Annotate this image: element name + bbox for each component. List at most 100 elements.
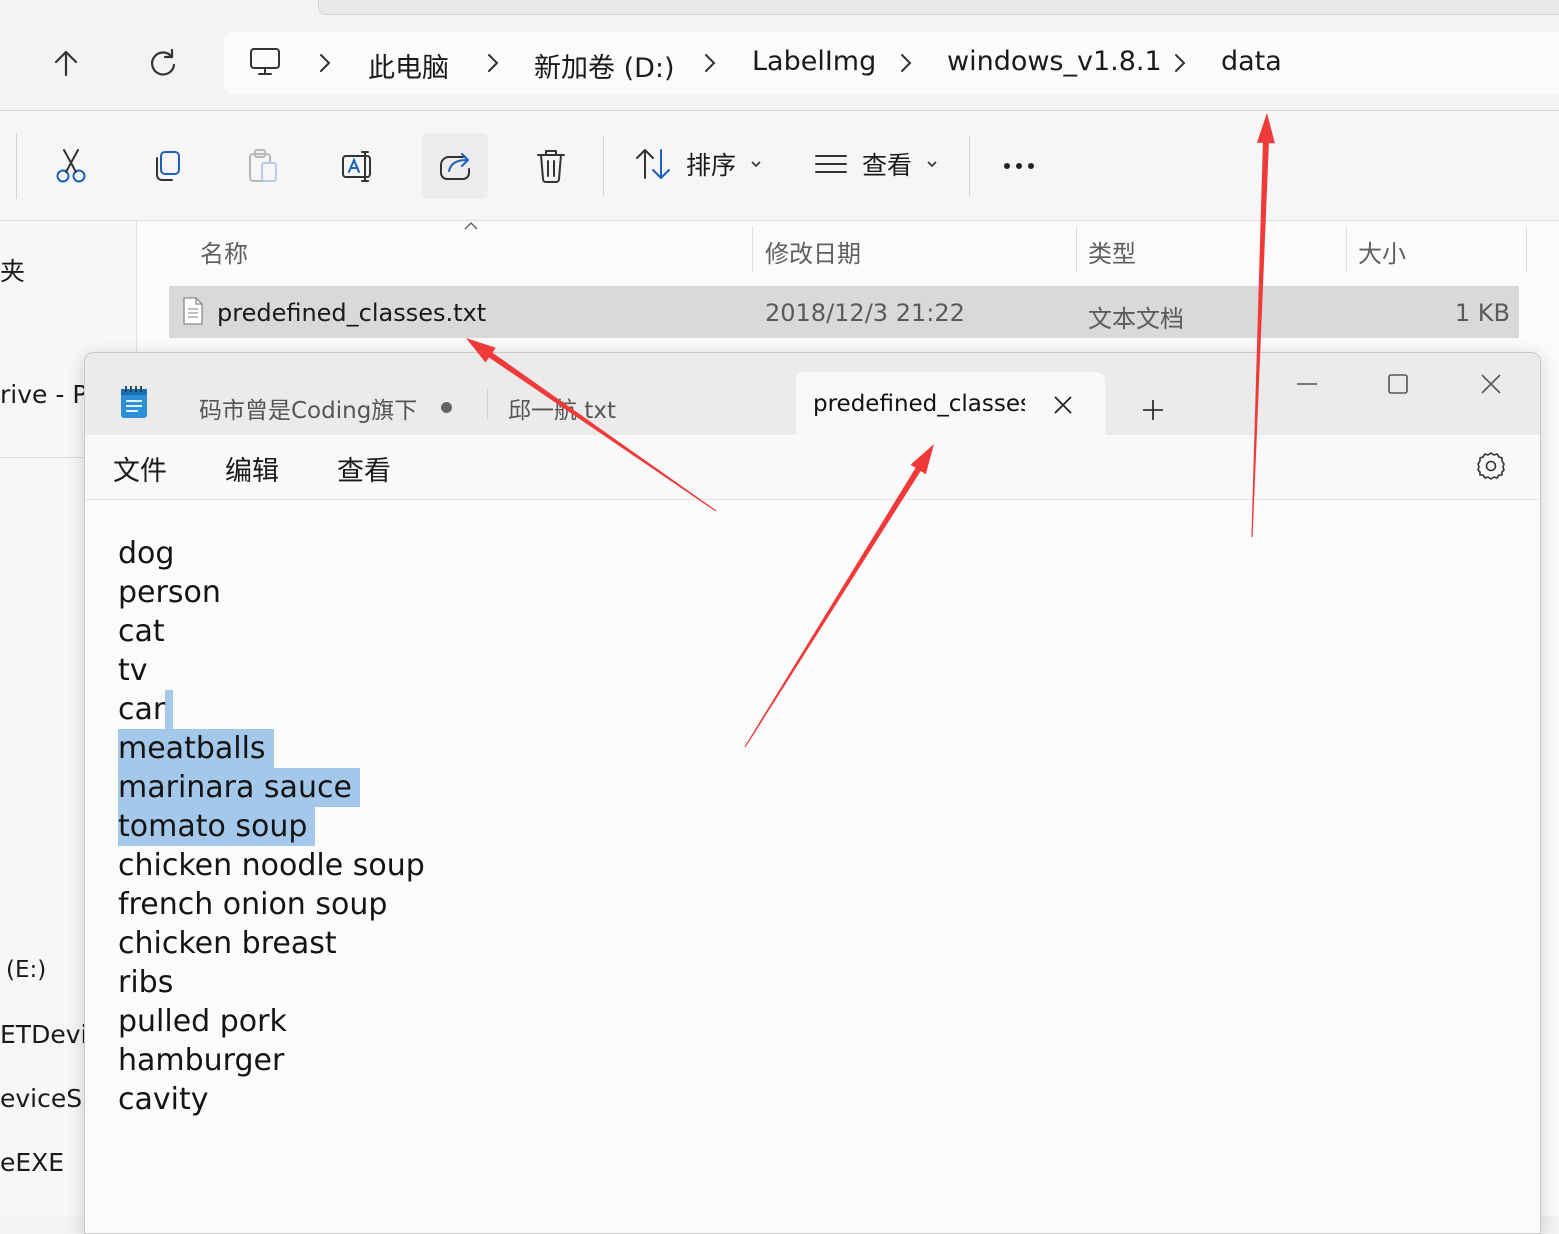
editor-line-text: chicken breast — [118, 926, 337, 961]
divider — [603, 136, 604, 196]
sort-label: 排序 — [686, 151, 737, 180]
editor-line[interactable]: car — [118, 690, 173, 729]
text-selection-highlight — [165, 690, 173, 729]
chevron-down-icon — [751, 161, 761, 168]
minimize-button[interactable] — [1277, 359, 1337, 409]
editor-line[interactable]: tomato soup — [118, 807, 315, 846]
view-dropdown[interactable]: 查看 — [814, 146, 938, 182]
editor-line-text: person — [118, 575, 221, 610]
chevron-right-icon — [701, 50, 719, 76]
editor-line[interactable]: pulled pork — [118, 1002, 287, 1041]
editor-line[interactable]: french onion soup — [118, 885, 387, 924]
refresh-icon — [151, 48, 176, 76]
text-editor[interactable]: dog person cat tv car meatballs marinara sauce… — [85, 500, 1540, 1233]
menu-bar — [85, 435, 1540, 500]
sidebar-item-drive-e[interactable]: (E:) — [6, 957, 46, 983]
breadcrumb-data[interactable]: data — [1221, 46, 1282, 77]
editor-line-text: hamburger — [118, 1043, 285, 1078]
sidebar-item-folder[interactable]: 夹 — [0, 252, 25, 288]
menu-file[interactable]: 文件 — [113, 449, 167, 488]
editor-line[interactable]: ribs — [118, 963, 173, 1002]
breadcrumb-labelimg[interactable]: LabelImg — [752, 46, 876, 77]
share-icon — [440, 153, 470, 180]
chevron-down-icon — [927, 161, 937, 168]
menu-view[interactable]: 查看 — [337, 449, 391, 488]
tab-label: predefined_classes. — [813, 391, 1025, 417]
tab-unsaved-doc[interactable]: 码市曾是Coding旗下 — [165, 377, 487, 435]
editor-line[interactable]: hamburger — [118, 1041, 284, 1080]
editor-line-text: ribs — [118, 965, 174, 1000]
editor-line-text: marinara sauce — [118, 770, 352, 805]
more-options-button[interactable] — [996, 146, 1042, 186]
close-window-button[interactable] — [1461, 359, 1521, 409]
sort-dropdown[interactable]: 排序 — [634, 146, 762, 182]
close-tab-button[interactable] — [1046, 388, 1080, 422]
notepad-window: 码市曾是Coding旗下 邱一航.txt predefined_classes.… — [84, 352, 1541, 1234]
editor-line[interactable]: chicken breast — [118, 924, 337, 963]
trash-icon — [537, 150, 565, 183]
column-header-size[interactable]: 大小 — [1358, 234, 1406, 269]
clipboard-icon — [249, 149, 277, 182]
column-divider[interactable] — [752, 226, 753, 272]
editor-line-text: tv — [118, 653, 148, 688]
column-divider[interactable] — [1346, 226, 1347, 272]
divider — [0, 133, 17, 199]
editor-line-text: chicken noodle soup — [118, 848, 425, 883]
column-header-type[interactable]: 类型 — [1088, 234, 1136, 269]
editor-line[interactable]: dog — [118, 534, 174, 573]
paste-button[interactable] — [230, 133, 296, 199]
breadcrumb-windows-folder[interactable]: windows_v1.8.1 — [947, 46, 1162, 77]
column-divider[interactable] — [1076, 226, 1077, 272]
close-icon — [1481, 374, 1501, 394]
chevron-right-icon — [897, 50, 915, 76]
chevron-right-icon — [1171, 50, 1189, 76]
file-type: 文本文档 — [1088, 305, 1184, 333]
maximize-icon — [1388, 374, 1408, 394]
breadcrumb-drive-d[interactable]: 新加卷 (D:) — [534, 46, 675, 85]
column-header-name[interactable]: 名称 — [200, 234, 248, 269]
menu-edit[interactable]: 编辑 — [225, 449, 279, 488]
rename-button[interactable] — [326, 133, 392, 199]
editor-line-text: cat — [118, 614, 165, 649]
editor-line-text: tomato soup — [118, 809, 308, 844]
rename-icon — [342, 151, 371, 182]
share-button[interactable] — [422, 133, 488, 199]
sidebar-item-exe[interactable]: eEXE — [0, 1148, 64, 1177]
cut-button[interactable] — [38, 133, 104, 199]
tab-label: 码市曾是Coding旗下 — [199, 398, 418, 424]
maximize-button[interactable] — [1368, 359, 1428, 409]
editor-line-text: car — [118, 692, 166, 727]
editor-line-text: pulled pork — [118, 1004, 287, 1039]
divider — [0, 457, 84, 458]
chevron-right-icon — [316, 50, 334, 76]
editor-line[interactable]: cavity — [118, 1080, 208, 1119]
file-name[interactable]: predefined_classes.txt — [217, 299, 486, 327]
tab-predefined-classes[interactable]: predefined_classes. — [796, 372, 1105, 436]
copy-icon — [156, 151, 180, 181]
chevron-right-icon — [484, 50, 502, 76]
delete-button[interactable] — [518, 133, 584, 199]
computer-icon — [248, 45, 282, 79]
editor-line[interactable]: marinara sauce — [118, 768, 360, 807]
refresh-button[interactable] — [135, 35, 191, 91]
editor-line[interactable]: tv — [118, 651, 148, 690]
tab-second-doc[interactable]: 邱一航.txt — [488, 377, 788, 435]
more-icon — [1004, 163, 1034, 169]
editor-line[interactable]: person — [118, 573, 221, 612]
new-tab-button[interactable] — [1130, 387, 1176, 433]
column-header-modified[interactable]: 修改日期 — [765, 234, 861, 269]
breadcrumb-this-pc[interactable]: 此电脑 — [368, 46, 449, 85]
copy-button[interactable] — [134, 133, 200, 199]
plus-icon — [1143, 400, 1163, 420]
gear-icon — [1477, 452, 1505, 480]
column-divider[interactable] — [1526, 226, 1527, 272]
tab-label: 邱一航.txt — [508, 398, 616, 424]
divider — [969, 136, 970, 196]
editor-line[interactable]: cat — [118, 612, 165, 651]
settings-button[interactable] — [1475, 450, 1507, 482]
up-button[interactable] — [38, 35, 94, 91]
file-modified: 2018/12/3 21:22 — [765, 299, 965, 327]
editor-line[interactable]: meatballs — [118, 729, 274, 768]
editor-line[interactable]: chicken noodle soup — [118, 846, 425, 885]
notepad-app-icon — [119, 384, 149, 420]
